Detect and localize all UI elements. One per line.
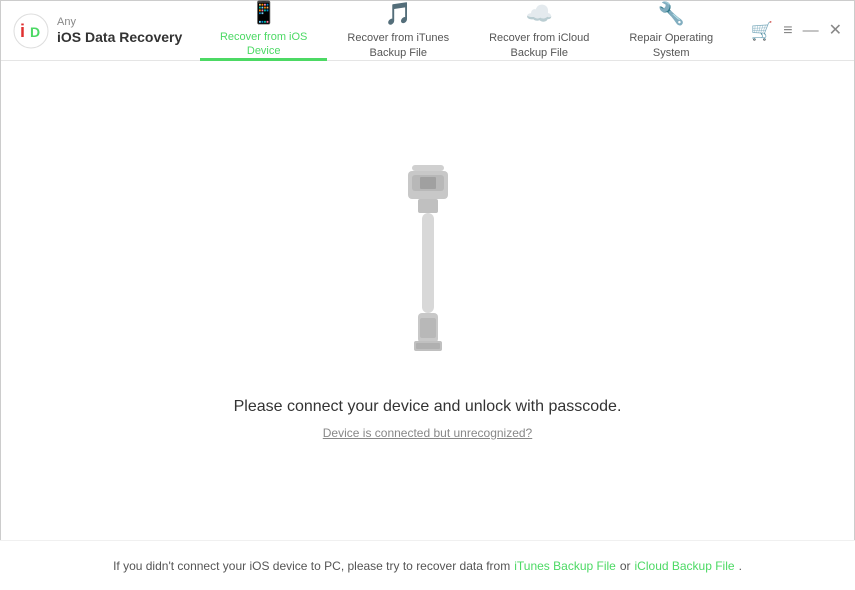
- footer-prefix: If you didn't connect your iOS device to…: [113, 559, 510, 573]
- title-bar: i D Any iOS Data Recovery 📱 Recover from…: [1, 1, 854, 61]
- footer-separator: or: [620, 559, 631, 573]
- footer-suffix: .: [739, 559, 742, 573]
- tab-itunes-label: Recover from iTunes Backup File: [347, 31, 449, 60]
- itunes-backup-link[interactable]: iTunes Backup File: [514, 559, 616, 573]
- cart-button[interactable]: 🛒: [751, 22, 773, 40]
- cloud-icon: ☁️: [526, 1, 553, 27]
- wrench-icon: 🔧: [658, 1, 685, 27]
- logo-area: i D Any iOS Data Recovery: [13, 13, 182, 49]
- tab-ios-device-label: Recover from iOS Device: [220, 30, 307, 59]
- cable-illustration: [368, 163, 488, 368]
- tab-icloud-backup[interactable]: ☁️ Recover from iCloud Backup File: [469, 1, 609, 61]
- window-controls: 🛒 ≡ — ✕: [751, 22, 842, 40]
- tab-itunes-backup[interactable]: 🎵 Recover from iTunes Backup File: [327, 1, 469, 61]
- tab-repair-os[interactable]: 🔧 Repair Operating System: [609, 1, 733, 61]
- nav-tabs: 📱 Recover from iOS Device 🎵 Recover from…: [200, 1, 733, 61]
- tab-icloud-label: Recover from iCloud Backup File: [489, 31, 589, 60]
- music-icon: 🎵: [385, 1, 412, 27]
- app-name: iOS Data Recovery: [57, 29, 182, 46]
- menu-button[interactable]: ≡: [783, 23, 792, 39]
- svg-text:D: D: [30, 24, 40, 40]
- close-button[interactable]: ✕: [829, 23, 842, 39]
- phone-icon: 📱: [250, 0, 277, 26]
- tab-ios-device[interactable]: 📱 Recover from iOS Device: [200, 1, 327, 61]
- logo-any: Any: [57, 16, 182, 29]
- icloud-backup-link[interactable]: iCloud Backup File: [635, 559, 735, 573]
- footer: If you didn't connect your iOS device to…: [0, 540, 855, 590]
- logo-text: Any iOS Data Recovery: [57, 16, 182, 46]
- unrecognized-link[interactable]: Device is connected but unrecognized?: [323, 426, 532, 440]
- minimize-button[interactable]: —: [803, 23, 819, 39]
- main-content: Please connect your device and unlock wi…: [1, 61, 854, 541]
- svg-text:i: i: [20, 21, 25, 41]
- connect-message: Please connect your device and unlock wi…: [234, 398, 622, 416]
- tab-repair-label: Repair Operating System: [629, 31, 713, 60]
- app-logo-icon: i D: [13, 13, 49, 49]
